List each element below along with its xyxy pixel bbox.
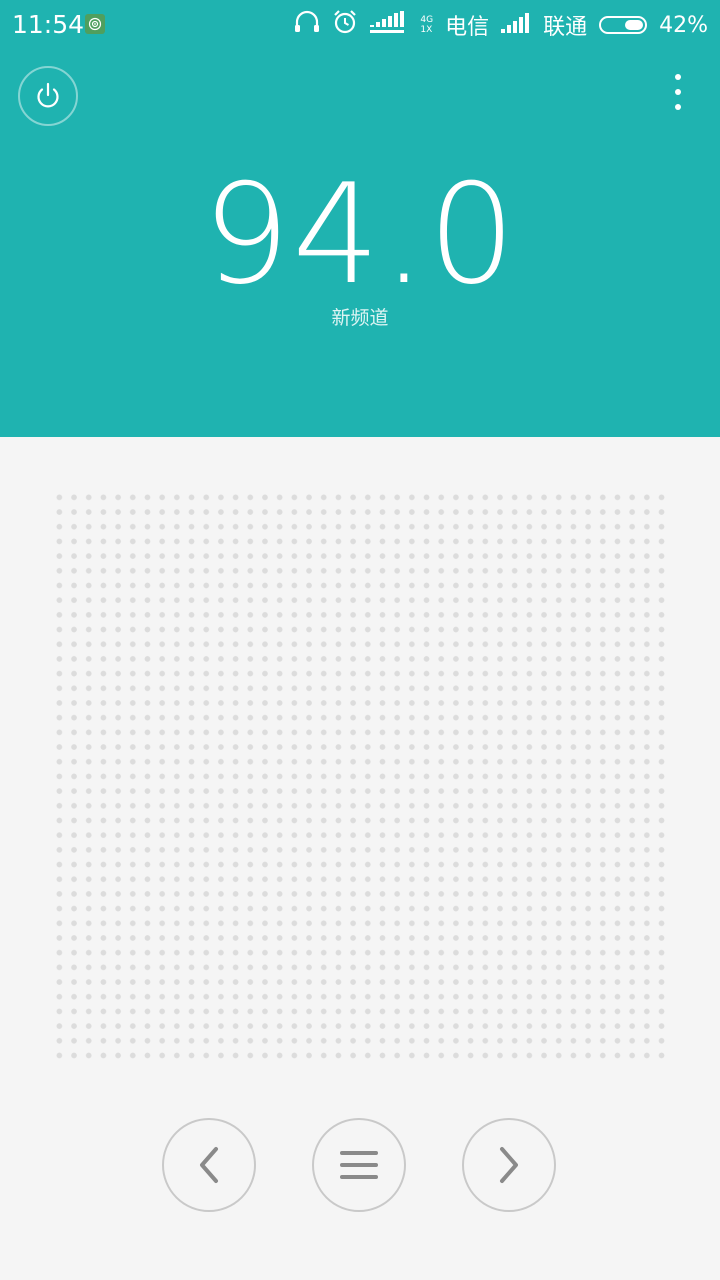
status-right: 4G 1X 电信 联通 42% <box>294 10 708 40</box>
network-type-bottom: 1X <box>420 25 433 35</box>
next-station-button[interactable] <box>462 1118 556 1212</box>
alarm-clock-icon <box>332 9 358 41</box>
status-time: 11:54 <box>12 10 85 39</box>
tuner-header: 11:54 4G 1X 电信 联通 42% 94.0 新频道 <box>0 0 720 437</box>
network-type: 4G 1X <box>420 15 433 35</box>
signal-strength-2-icon <box>501 11 531 39</box>
channel-name: 新频道 <box>331 307 389 329</box>
fm-radio-screen: 11:54 4G 1X 电信 联通 42% 94.0 新频道 <box>0 0 720 1280</box>
menu-lines-icon <box>340 1151 378 1179</box>
chevron-left-icon <box>200 1147 218 1183</box>
overflow-menu-button[interactable] <box>668 74 688 110</box>
status-bar: 11:54 4G 1X 电信 联通 42% <box>0 0 720 50</box>
power-button[interactable] <box>18 66 78 126</box>
chevron-right-icon <box>500 1147 518 1183</box>
network-type-top: 4G <box>420 15 434 25</box>
signal-strength-icon <box>370 11 408 39</box>
carrier-1: 电信 <box>445 15 490 40</box>
overflow-dot-2 <box>675 89 681 95</box>
battery-level <box>625 20 644 30</box>
power-icon <box>37 82 59 108</box>
speaker-grille <box>52 490 668 1062</box>
hotspot-icon <box>85 14 105 34</box>
overflow-menu-icon <box>675 74 681 80</box>
headphones-icon <box>294 10 320 40</box>
battery-icon <box>599 16 648 34</box>
battery-percent: 42% <box>659 12 708 38</box>
carrier-2: 联通 <box>543 15 588 40</box>
previous-station-button[interactable] <box>162 1118 256 1212</box>
station-list-button[interactable] <box>312 1118 406 1212</box>
overflow-dot-3 <box>675 104 681 110</box>
frequency-display: 94.0 <box>202 154 518 315</box>
